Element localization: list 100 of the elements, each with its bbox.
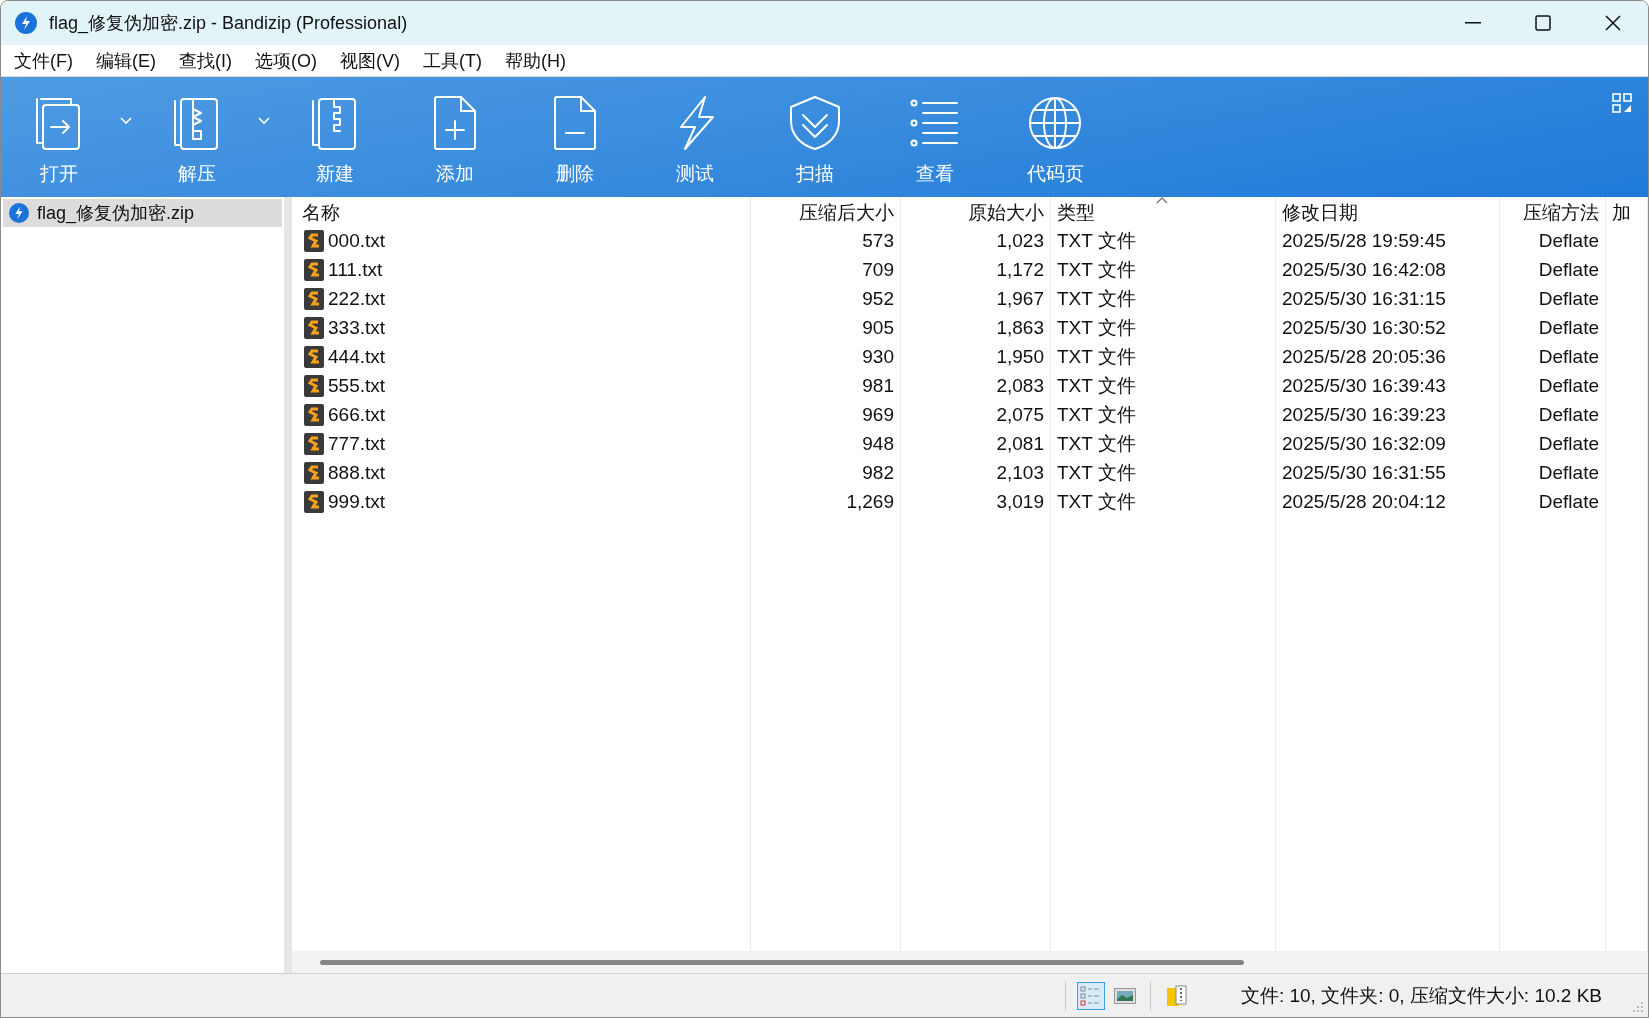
table-cell: 2025/5/28 20:05:36 <box>1282 345 1446 368</box>
file-icon <box>304 345 324 368</box>
table-cell: Deflate <box>1538 432 1599 455</box>
table-cell: 981 <box>862 374 894 397</box>
file-icon <box>304 432 324 455</box>
table-cell-text: TXT 文件 <box>1057 489 1136 514</box>
file-name[interactable]: 777.txt <box>328 432 386 455</box>
table-cell: 709 <box>862 258 894 281</box>
table-cell: 1,967 <box>996 287 1044 310</box>
menu-item[interactable]: 工具(T) <box>414 48 491 73</box>
toolbar-button[interactable]: 代码页 <box>1005 77 1105 197</box>
table-cell-text: TXT 文件 <box>1057 402 1136 427</box>
table-cell: 1,863 <box>996 316 1044 339</box>
chevron-down-icon[interactable] <box>257 117 270 125</box>
toolbar-button[interactable]: 测试 <box>645 77 745 197</box>
toolbar-button[interactable]: 扫描 <box>765 77 865 197</box>
table-cell: 1,023 <box>996 229 1044 252</box>
menu-item[interactable]: 帮助(H) <box>495 48 575 73</box>
table-cell-text: TXT 文件 <box>1057 257 1136 282</box>
table-cell: 952 <box>862 287 894 310</box>
table-cell: 982 <box>862 461 894 484</box>
folder-archive-icon[interactable] <box>1164 983 1189 1008</box>
tree-item[interactable]: flag_修复伪加密.zip <box>3 199 282 227</box>
table-cell: 1,950 <box>996 345 1044 368</box>
table-cell: 2,081 <box>996 432 1044 455</box>
file-name[interactable]: 222.txt <box>328 287 386 310</box>
resize-grip-icon[interactable] <box>1632 1001 1644 1013</box>
file-name[interactable]: 999.txt <box>328 490 386 513</box>
table-cell: Deflate <box>1538 490 1599 513</box>
file-icon <box>304 374 324 397</box>
table-cell: 2025/5/30 16:31:15 <box>1282 287 1446 310</box>
column-header[interactable]: 原始大小 <box>901 197 1051 229</box>
file-icon <box>304 258 324 281</box>
table-cell: 2025/5/30 16:39:23 <box>1282 403 1446 426</box>
app-logo-icon <box>15 12 37 34</box>
table-cell: 2025/5/28 19:59:45 <box>1282 229 1446 252</box>
file-name[interactable]: 333.txt <box>328 316 386 339</box>
table-cell: 948 <box>862 432 894 455</box>
menu-item[interactable]: 视图(V) <box>331 48 409 73</box>
table-cell: 2025/5/30 16:31:55 <box>1282 461 1446 484</box>
table-cell-text: TXT 文件 <box>1057 315 1136 340</box>
column-header[interactable]: 类型 <box>1051 197 1276 229</box>
table-cell: Deflate <box>1538 316 1599 339</box>
file-name[interactable]: 555.txt <box>328 374 386 397</box>
table-cell: Deflate <box>1538 258 1599 281</box>
column-header[interactable]: 修改日期 <box>1276 197 1500 229</box>
table-cell: Deflate <box>1538 403 1599 426</box>
column-header[interactable]: 加 <box>1606 197 1648 229</box>
column-header[interactable]: 名称 <box>296 197 751 229</box>
layout-grid-icon[interactable] <box>1612 93 1632 113</box>
file-name[interactable]: 444.txt <box>328 345 386 368</box>
file-icon <box>304 287 324 310</box>
file-name[interactable]: 666.txt <box>328 403 386 426</box>
table-cell: 2025/5/28 20:04:12 <box>1282 490 1446 513</box>
file-icon <box>304 490 324 513</box>
menu-item[interactable]: 文件(F) <box>5 48 82 73</box>
table-cell: 2,103 <box>996 461 1044 484</box>
table-cell: 930 <box>862 345 894 368</box>
column-header[interactable]: 压缩方法 <box>1500 197 1606 229</box>
table-cell: 2,075 <box>996 403 1044 426</box>
table-cell: 2025/5/30 16:32:09 <box>1282 432 1446 455</box>
scrollbar-thumb[interactable] <box>320 959 1244 965</box>
menu-item[interactable]: 编辑(E) <box>87 48 165 73</box>
table-cell-text: TXT 文件 <box>1057 228 1136 253</box>
view-mode-button[interactable] <box>1076 981 1105 1010</box>
file-icon <box>304 316 324 339</box>
archive-icon <box>9 203 29 223</box>
file-name[interactable]: 111.txt <box>328 258 383 281</box>
sort-caret-icon <box>1156 197 1168 204</box>
menu-item[interactable]: 查找(I) <box>170 48 241 73</box>
toolbar-button[interactable]: 查看 <box>885 77 985 197</box>
table-cell: 573 <box>862 229 894 252</box>
table-cell-text: TXT 文件 <box>1057 344 1136 369</box>
close-icon <box>1605 15 1621 31</box>
picture-icon <box>1113 987 1136 1004</box>
file-icon <box>304 229 324 252</box>
toolbar-button[interactable]: 删除 <box>525 77 625 197</box>
file-name[interactable]: 000.txt <box>328 229 386 252</box>
table-cell: Deflate <box>1538 229 1599 252</box>
table-cell: 969 <box>862 403 894 426</box>
table-cell: Deflate <box>1538 461 1599 484</box>
table-cell: 3,019 <box>996 490 1044 513</box>
column-header[interactable]: 压缩后大小 <box>751 197 901 229</box>
file-icon <box>304 403 324 426</box>
menu-item[interactable]: 选项(O) <box>246 48 326 73</box>
table-cell-text: TXT 文件 <box>1057 373 1136 398</box>
table-cell: 2025/5/30 16:39:43 <box>1282 374 1446 397</box>
maximize-icon <box>1535 15 1551 31</box>
file-icon <box>304 461 324 484</box>
table-cell: Deflate <box>1538 345 1599 368</box>
details-view-icon <box>1079 985 1102 1006</box>
file-name[interactable]: 888.txt <box>328 461 386 484</box>
table-cell: Deflate <box>1538 374 1599 397</box>
chevron-down-icon[interactable] <box>119 117 132 125</box>
minimize-icon <box>1465 22 1481 24</box>
table-cell: 2025/5/30 16:42:08 <box>1282 258 1446 281</box>
table-cell: 1,172 <box>996 258 1044 281</box>
window-title: flag_修复伪加密.zip - Bandizip (Professional) <box>49 12 408 35</box>
table-cell-text: TXT 文件 <box>1057 431 1136 456</box>
status-text: 文件: 10, 文件夹: 0, 压缩文件大小: 10.2 KB <box>1240 983 1602 1008</box>
